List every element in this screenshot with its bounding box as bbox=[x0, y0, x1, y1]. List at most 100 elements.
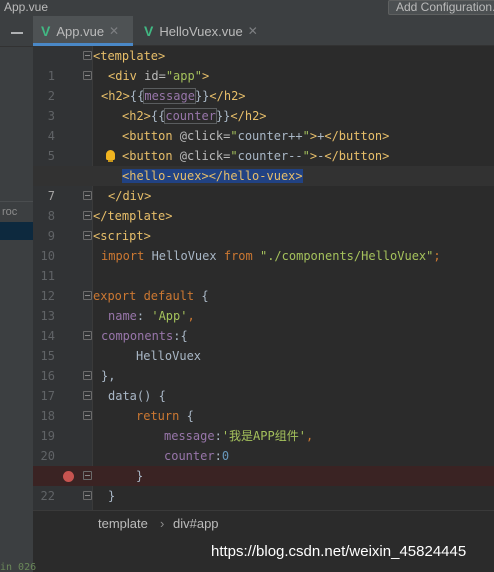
code-token: @click= bbox=[179, 149, 231, 163]
code-token: {{ bbox=[150, 109, 166, 123]
project-tree-selected-row[interactable] bbox=[0, 222, 33, 240]
code-token: </button> bbox=[324, 149, 390, 163]
code-token: <button bbox=[122, 129, 180, 143]
code-line[interactable]: 4 <h2>{{counter}}</h2> bbox=[33, 106, 494, 143]
title-bar: App.vue Add Configuration... bbox=[0, 0, 494, 16]
fold-icon[interactable] bbox=[83, 71, 92, 80]
code-token: <h2> bbox=[101, 89, 130, 103]
code-token: }, bbox=[101, 369, 116, 383]
breakpoint-icon[interactable] bbox=[63, 471, 74, 482]
code-token: { bbox=[179, 409, 194, 423]
code-token: {{ bbox=[129, 89, 145, 103]
code-token: } bbox=[136, 469, 144, 483]
editor-tabs: V App.vue ✕ V HelloVuex.vue ✕ bbox=[33, 16, 494, 46]
code-line-current[interactable]: 7 <hello-vuex></hello-vuex> bbox=[33, 166, 494, 203]
watermark-text: https://blog.csdn.net/weixin_45824445 bbox=[211, 543, 467, 560]
code-line[interactable]: 10 <script> bbox=[33, 226, 494, 263]
fold-icon[interactable] bbox=[83, 471, 92, 480]
close-icon[interactable]: ✕ bbox=[109, 24, 119, 38]
code-token: name bbox=[108, 309, 137, 323]
code-token: , bbox=[187, 309, 195, 323]
code-token: default bbox=[136, 289, 195, 303]
code-token: </div> bbox=[108, 189, 152, 203]
code-line[interactable]: 23 } bbox=[33, 486, 494, 523]
fold-icon[interactable] bbox=[83, 391, 92, 400]
code-token: ; bbox=[433, 249, 441, 263]
code-token: " bbox=[230, 129, 238, 143]
code-token: 0 bbox=[221, 449, 230, 463]
code-token: components bbox=[101, 329, 174, 343]
code-token: 'App' bbox=[151, 309, 188, 323]
fold-icon[interactable] bbox=[83, 371, 92, 380]
code-token: }} bbox=[194, 89, 210, 103]
breadcrumb-item-div[interactable]: div#app bbox=[173, 516, 219, 531]
vue-icon: V bbox=[144, 23, 154, 39]
code-token: id= bbox=[144, 69, 166, 83]
code-token: () { bbox=[136, 389, 166, 403]
code-line[interactable]: 5 <button @click="counter++">+</button> bbox=[33, 126, 494, 163]
code-token: HelloVuex bbox=[144, 249, 224, 263]
fold-icon[interactable] bbox=[83, 211, 92, 220]
code-line[interactable]: 21 counter:0 bbox=[33, 446, 494, 483]
code-line[interactable]: 18 data() { bbox=[33, 386, 494, 423]
code-token: : bbox=[214, 429, 222, 443]
code-token: counter-- bbox=[237, 149, 303, 163]
code-token: <div bbox=[108, 69, 145, 83]
tab-app-vue[interactable]: V App.vue ✕ bbox=[33, 16, 133, 46]
code-token-selected: <hello-vuex></hello-vuex> bbox=[122, 169, 303, 183]
code-line[interactable]: 9 </template> bbox=[33, 206, 494, 243]
status-text: in 026 bbox=[0, 562, 37, 572]
code-token: " bbox=[230, 149, 238, 163]
code-line[interactable]: 1 <template> bbox=[33, 46, 494, 83]
fold-icon[interactable] bbox=[83, 291, 92, 300]
code-line[interactable]: 8 </div> bbox=[33, 186, 494, 223]
project-tree-row[interactable]: roc bbox=[0, 201, 33, 221]
code-line[interactable]: 6 <button @click="counter--">-</button> bbox=[33, 146, 494, 183]
code-token: counter bbox=[164, 108, 217, 124]
code-token: "./components/HelloVuex" bbox=[252, 249, 434, 263]
breadcrumb-separator: › bbox=[160, 516, 165, 531]
code-line[interactable]: 11 import HelloVuex from "./components/H… bbox=[33, 246, 494, 283]
collapse-icon[interactable] bbox=[11, 32, 23, 34]
code-line[interactable]: 17 }, bbox=[33, 366, 494, 403]
fold-icon[interactable] bbox=[83, 331, 92, 340]
code-token: </h2> bbox=[230, 109, 267, 123]
code-token: </h2> bbox=[209, 89, 246, 103]
code-line[interactable]: 20 message:'我是APP组件', bbox=[33, 426, 494, 463]
code-line[interactable]: 15 components:{ bbox=[33, 326, 494, 363]
code-line-breakpoint[interactable]: 22 } bbox=[33, 466, 494, 503]
code-token: </button> bbox=[324, 129, 390, 143]
fold-icon[interactable] bbox=[83, 51, 92, 60]
fold-icon[interactable] bbox=[83, 411, 92, 420]
vue-icon: V bbox=[41, 23, 51, 39]
code-line[interactable]: 12 bbox=[33, 266, 494, 303]
code-token: return bbox=[136, 409, 180, 423]
code-token: { bbox=[194, 289, 209, 303]
code-token: </template> bbox=[93, 209, 173, 223]
code-line[interactable]: 14 name: 'App', bbox=[33, 306, 494, 343]
code-token: <script> bbox=[93, 229, 151, 243]
add-configuration-button[interactable]: Add Configuration... bbox=[388, 0, 494, 15]
close-icon[interactable]: ✕ bbox=[248, 24, 258, 38]
code-token: <template> bbox=[93, 49, 166, 63]
code-token: } bbox=[108, 489, 116, 503]
code-token: }} bbox=[215, 109, 231, 123]
fold-icon[interactable] bbox=[83, 231, 92, 240]
fold-icon[interactable] bbox=[83, 191, 92, 200]
code-token: counter++ bbox=[237, 129, 303, 143]
code-line[interactable]: 16 HelloVuex bbox=[33, 346, 494, 383]
code-token: , bbox=[305, 429, 314, 443]
code-editor[interactable]: 1 <template> 2 <div id="app"> 3 <h2>{{me… bbox=[33, 46, 494, 523]
code-line[interactable]: 2 <div id="app"> bbox=[33, 66, 494, 103]
tab-label: App.vue bbox=[56, 23, 105, 39]
divider bbox=[0, 46, 33, 47]
tab-hellovuex-vue[interactable]: V HelloVuex.vue ✕ bbox=[136, 16, 266, 46]
code-line[interactable]: 19 return { bbox=[33, 406, 494, 443]
fold-icon[interactable] bbox=[83, 491, 92, 500]
code-token: export bbox=[93, 289, 137, 303]
code-token: message bbox=[164, 429, 215, 443]
code-line[interactable]: 3 <h2>{{message}}</h2> bbox=[33, 86, 494, 123]
breadcrumb-item-template[interactable]: template bbox=[98, 516, 148, 531]
code-token: : bbox=[214, 449, 222, 463]
code-line[interactable]: 13 export default { bbox=[33, 286, 494, 323]
